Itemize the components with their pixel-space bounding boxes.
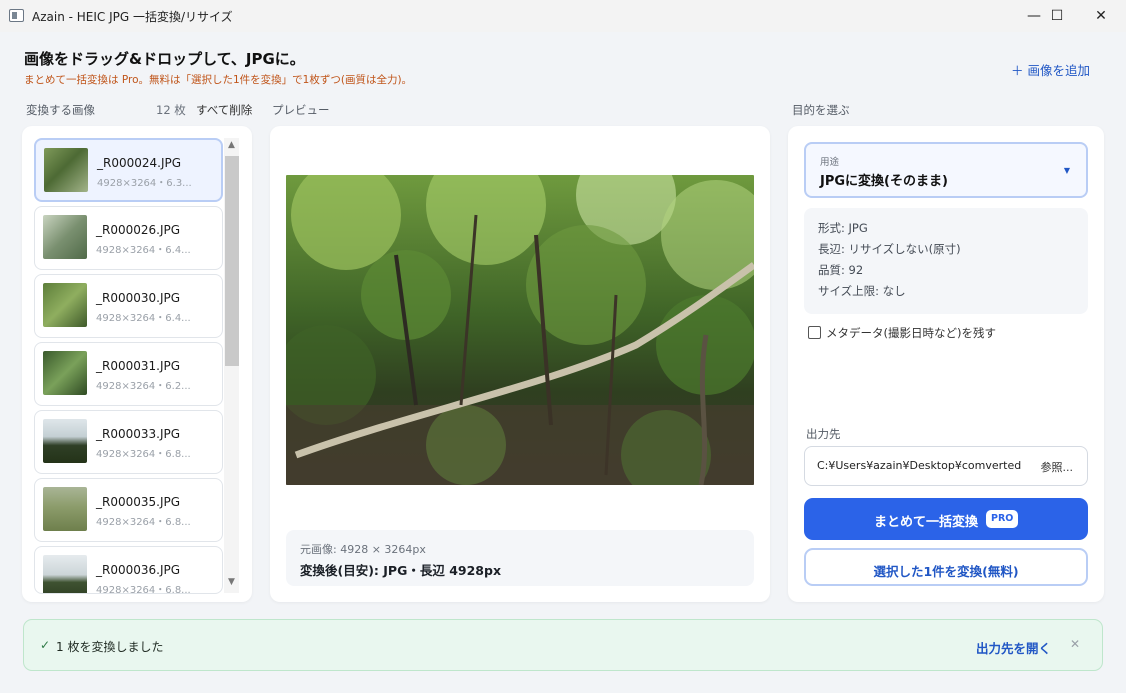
list-item[interactable]: _R000030.JPG 4928×3264・6.4... xyxy=(34,274,223,338)
scrollbar-thumb[interactable] xyxy=(225,156,239,366)
settings-summary: 形式: JPG 長辺: リサイズしない(原寸) 品質: 92 サイズ上限: なし xyxy=(804,208,1088,314)
scroll-up-icon[interactable]: ▲ xyxy=(224,140,239,150)
quality-text: 品質: 92 xyxy=(818,263,864,277)
toast-message: 1 枚を変換しました xyxy=(56,640,164,654)
file-meta: 4928×3264・6.3... xyxy=(97,178,192,189)
dropdown-caption: 用途 xyxy=(820,157,840,168)
file-meta: 4928×3264・6.8... xyxy=(96,517,191,528)
file-meta: 4928×3264・6.8... xyxy=(96,585,191,594)
file-meta: 4928×3264・6.4... xyxy=(96,313,191,324)
converted-size-text: 変換後(目安): JPG・長辺 4928px xyxy=(300,563,502,578)
list-item[interactable]: _R000036.JPG 4928×3264・6.8... xyxy=(34,546,223,594)
image-thumbnail xyxy=(43,419,87,463)
list-item[interactable]: _R000035.JPG 4928×3264・6.8... xyxy=(34,478,223,542)
image-thumbnail xyxy=(43,283,87,327)
preview-panel: 元画像: 4928 × 3264px 変換後(目安): JPG・長辺 4928p… xyxy=(270,126,770,602)
image-thumbnail xyxy=(43,555,87,593)
list-item[interactable]: _R000026.JPG 4928×3264・6.4... xyxy=(34,206,223,270)
list-item[interactable]: _R000031.JPG 4928×3264・6.2... xyxy=(34,342,223,406)
file-list-label: 変換する画像 xyxy=(26,103,95,117)
image-thumbnail xyxy=(43,487,87,531)
file-name: _R000035.JPG xyxy=(96,495,181,509)
batch-convert-label: まとめて一括変換 xyxy=(874,515,979,530)
output-path: C:¥Users¥azain¥Desktop¥comverted xyxy=(817,459,1022,472)
image-thumbnail xyxy=(44,148,88,192)
convert-selected-label: 選択した1件を変換(無料) xyxy=(873,564,1019,579)
page-title: 画像をドラッグ&ドロップして、JPGに。 xyxy=(24,50,305,68)
app-icon xyxy=(9,9,24,22)
purpose-dropdown[interactable]: 用途 JPGに変換(そのまま) ▼ xyxy=(804,142,1088,198)
image-thumbnail xyxy=(43,351,87,395)
file-meta: 4928×3264・6.2... xyxy=(96,381,191,392)
original-size-text: 元画像: 4928 × 3264px xyxy=(300,543,426,556)
convert-selected-button[interactable]: 選択した1件を変換(無料) xyxy=(804,548,1088,586)
close-button[interactable]: ✕ xyxy=(1078,0,1124,32)
purpose-panel: 用途 JPGに変換(そのまま) ▼ 形式: JPG 長辺: リサイズしない(原寸… xyxy=(788,126,1104,602)
size-limit-text: サイズ上限: なし xyxy=(818,284,906,298)
scroll-down-icon[interactable]: ▼ xyxy=(224,577,239,587)
dropdown-value: JPGに変換(そのまま) xyxy=(820,174,948,189)
file-name: _R000024.JPG xyxy=(97,156,182,170)
output-label: 出力先 xyxy=(806,427,841,441)
add-image-button[interactable]: ＋ 画像を追加 xyxy=(1011,60,1090,79)
open-output-button[interactable]: 出力先を開く xyxy=(976,638,1051,657)
metadata-label: メタデータ(撮影日時など)を残す xyxy=(826,326,996,340)
preview-image xyxy=(286,175,754,485)
maximize-button[interactable]: ☐ xyxy=(1034,0,1080,32)
window-title: Azain - HEIC JPG 一括変換/リサイズ xyxy=(32,10,233,24)
file-name: _R000030.JPG xyxy=(96,291,181,305)
file-name: _R000036.JPG xyxy=(96,563,181,577)
pro-badge: PRO xyxy=(986,510,1019,528)
file-name: _R000033.JPG xyxy=(96,427,181,441)
title-bar: Azain - HEIC JPG 一括変換/リサイズ — ☐ ✕ xyxy=(0,0,1126,32)
check-icon: ✓ xyxy=(40,638,51,652)
image-thumbnail xyxy=(43,215,87,259)
close-icon[interactable]: ✕ xyxy=(1070,637,1080,651)
list-item[interactable]: _R000024.JPG 4928×3264・6.3... xyxy=(34,138,223,202)
file-meta: 4928×3264・6.4... xyxy=(96,245,191,256)
conversion-info: 元画像: 4928 × 3264px 変換後(目安): JPG・長辺 4928p… xyxy=(286,530,754,586)
metadata-checkbox[interactable] xyxy=(808,326,821,339)
clear-all-button[interactable]: すべて削除 xyxy=(196,102,252,118)
file-name: _R000031.JPG xyxy=(96,359,181,373)
file-name: _R000026.JPG xyxy=(96,223,181,237)
preview-label: プレビュー xyxy=(272,103,330,117)
list-item[interactable]: _R000033.JPG 4928×3264・6.8... xyxy=(34,410,223,474)
chevron-down-icon: ▼ xyxy=(1063,166,1070,175)
file-count: 12 枚 xyxy=(156,103,186,117)
long-edge-text: 長辺: リサイズしない(原寸) xyxy=(818,242,961,256)
output-path-field[interactable]: C:¥Users¥azain¥Desktop¥comverted 参照... xyxy=(804,446,1088,486)
pro-note: まとめて一括変換は Pro。無料は「選択した1件を変換」で1枚ずつ(画質は全力)… xyxy=(24,74,413,86)
format-text: 形式: JPG xyxy=(818,221,868,235)
browse-button[interactable]: 参照... xyxy=(1041,459,1074,475)
purpose-label: 目的を選ぶ xyxy=(792,103,850,117)
success-toast: ✓ 1 枚を変換しました 出力先を開く ✕ xyxy=(23,619,1103,671)
file-meta: 4928×3264・6.8... xyxy=(96,449,191,460)
batch-convert-button[interactable]: まとめて一括変換 PRO xyxy=(804,498,1088,540)
file-list-panel: _R000024.JPG 4928×3264・6.3... _R000026.J… xyxy=(22,126,252,602)
